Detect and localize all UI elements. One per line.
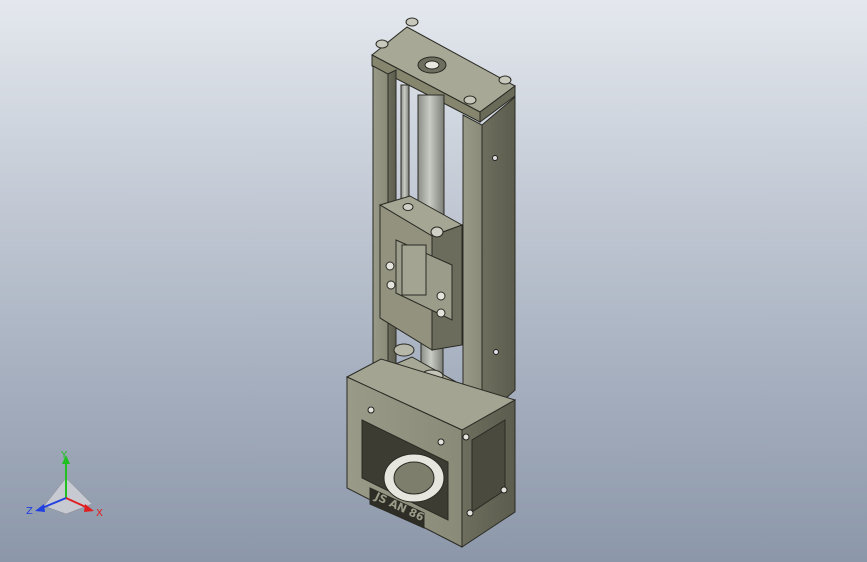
cad-model[interactable]: JS AN 86 [0, 0, 867, 562]
z-axis-label: Z [26, 506, 33, 517]
frame-column-right [462, 95, 516, 422]
z-axis-arrow-icon [35, 504, 45, 512]
y-axis-label: Y [60, 450, 68, 461]
3d-viewport[interactable]: JS AN 86 Y X Z [0, 0, 867, 562]
orientation-triad[interactable]: Y X Z [22, 448, 112, 526]
x-axis-label: X [96, 508, 103, 519]
